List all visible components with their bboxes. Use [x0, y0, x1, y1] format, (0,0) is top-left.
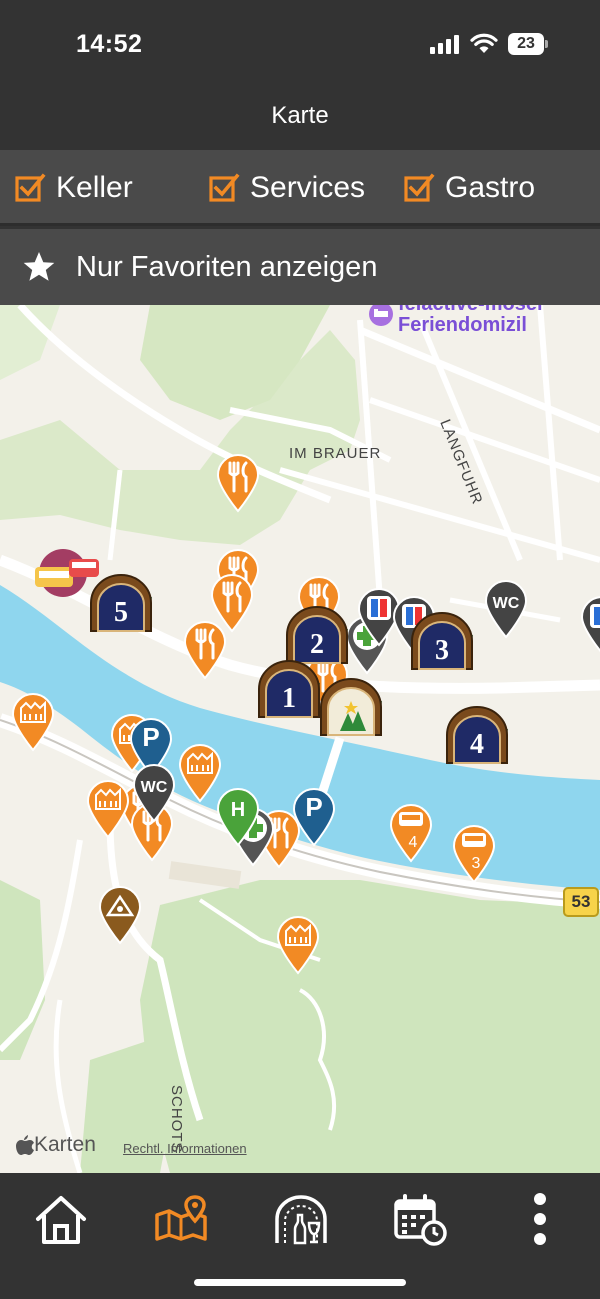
hotel-icon: [369, 305, 393, 326]
bus-parking-pin[interactable]: 4: [389, 803, 433, 863]
filter-label: Gastro: [445, 171, 536, 204]
cellar-pin-4[interactable]: 4: [444, 705, 510, 767]
star-icon: [23, 252, 55, 281]
checkbox-checked-icon: [209, 173, 240, 202]
category-filter-bar: Keller Services Gastro: [0, 150, 600, 226]
christmas-market-pin[interactable]: [318, 677, 384, 739]
home-indicator: [194, 1279, 406, 1286]
wine-cellar-icon: [275, 1195, 327, 1245]
favorites-toggle[interactable]: Nur Favoriten anzeigen: [0, 229, 600, 305]
pin-label: 4: [409, 834, 418, 851]
wifi-icon: [470, 33, 498, 53]
bus-parking-pin[interactable]: 3: [452, 824, 496, 884]
map-view[interactable]: IM BRAUER LANGFUHR SCHOTS 4 3 P P WC WC H 5 2 …: [0, 305, 600, 1173]
pin-label: H: [231, 799, 245, 821]
cellar-number: 4: [470, 729, 484, 760]
cellar-number: 3: [435, 635, 449, 666]
street-label: IM BRAUER: [289, 445, 382, 462]
calendar-clock-icon: [394, 1194, 447, 1246]
winery-pin[interactable]: [86, 779, 130, 839]
cellar-pin-3[interactable]: 3: [409, 611, 475, 673]
filter-label: Keller: [56, 171, 133, 204]
cellar-pin-1[interactable]: 1: [256, 659, 322, 721]
winery-pin[interactable]: [11, 692, 55, 752]
nav-header: Karte: [0, 90, 600, 150]
apple-logo-icon: [16, 1135, 34, 1155]
winery-pin[interactable]: [276, 915, 320, 975]
pin-label: WC: [141, 779, 168, 796]
parking-pin[interactable]: P: [292, 787, 336, 847]
map-icon: [155, 1195, 207, 1241]
poi-label: felactive-moselFeriendomizil: [398, 305, 543, 336]
pin-label: 3: [472, 855, 481, 872]
tab-map[interactable]: [153, 1193, 209, 1247]
cellar-pin-2[interactable]: 2: [284, 605, 350, 667]
home-icon: [36, 1196, 86, 1244]
cellular-signal-icon: [430, 34, 462, 54]
status-bar: 14:52 23: [0, 0, 600, 90]
bus-stop-pin[interactable]: H: [216, 787, 260, 847]
filter-gastro[interactable]: Gastro: [403, 170, 535, 206]
restaurant-pin[interactable]: [216, 453, 260, 513]
tab-cellar[interactable]: [273, 1193, 329, 1247]
status-time: 14:52: [76, 30, 143, 58]
pin-label: P: [142, 722, 159, 752]
cellar-number: 1: [282, 683, 296, 714]
wc-pin[interactable]: WC: [484, 579, 528, 639]
map-attribution: Karten: [16, 1133, 96, 1157]
road-number-shield: 53: [563, 887, 599, 917]
cellar-number: 2: [310, 629, 324, 660]
tab-more[interactable]: [512, 1193, 568, 1247]
cellar-pin-5[interactable]: 5: [88, 573, 154, 635]
tab-events[interactable]: [392, 1193, 448, 1247]
pin-label: P: [305, 792, 322, 822]
cellar-number: 5: [114, 597, 128, 628]
restaurant-pin[interactable]: [183, 620, 227, 680]
page-title: Karte: [271, 102, 329, 129]
ev-charging-pin[interactable]: [580, 595, 600, 655]
legal-info-link[interactable]: Rechtl. Informationen: [123, 1141, 247, 1156]
filter-keller[interactable]: Keller: [14, 170, 133, 206]
checkbox-checked-icon: [15, 173, 46, 202]
checkbox-checked-icon: [404, 173, 435, 202]
wc-pin[interactable]: WC: [132, 763, 176, 823]
tab-home[interactable]: [33, 1193, 89, 1247]
pin-label: WC: [493, 595, 520, 612]
map-base-layer: [0, 305, 600, 1173]
filter-services[interactable]: Services: [208, 170, 365, 206]
more-vertical-icon: [534, 1193, 546, 1245]
nativity-pin[interactable]: [98, 885, 142, 945]
attribution-label: Karten: [34, 1133, 96, 1156]
battery-icon: 23: [508, 33, 548, 55]
filter-label: Services: [250, 171, 366, 204]
battery-level: 23: [508, 33, 544, 55]
favorites-label: Nur Favoriten anzeigen: [76, 250, 378, 283]
